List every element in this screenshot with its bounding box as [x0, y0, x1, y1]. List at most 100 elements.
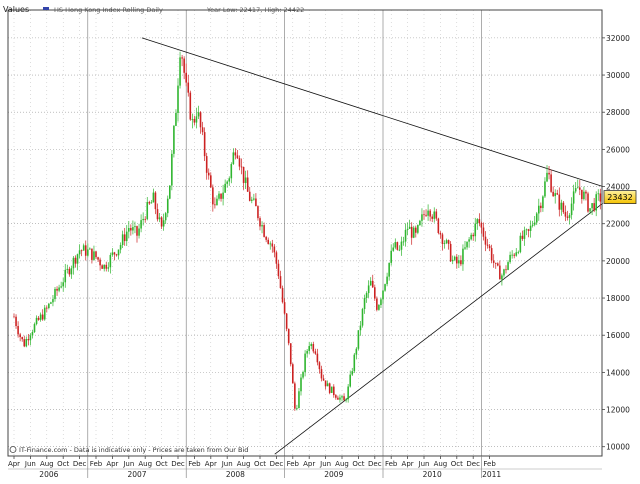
candle-body — [441, 234, 444, 244]
candle-body — [222, 192, 224, 199]
candle-body — [517, 251, 520, 253]
candle-body — [138, 228, 140, 236]
candle-body — [191, 119, 194, 120]
candle-body — [480, 223, 483, 228]
candle-body — [228, 178, 231, 182]
candle-body — [300, 377, 302, 392]
y-tick-label: 10000 — [606, 443, 630, 452]
candle-body — [103, 264, 105, 269]
candle-body — [39, 314, 42, 320]
candle-body — [203, 132, 206, 157]
candle-body — [210, 175, 212, 188]
candle-body — [316, 353, 319, 363]
x-month-label: Oct — [352, 460, 364, 468]
candle-body — [48, 303, 50, 309]
candle-body — [427, 210, 429, 216]
candle-body — [158, 217, 161, 220]
candle-body — [531, 224, 534, 226]
candle-body — [562, 202, 565, 213]
candle-body — [466, 241, 468, 248]
x-month-label: Aug — [237, 460, 251, 468]
candle-body — [95, 251, 97, 258]
candle-body — [472, 234, 474, 237]
candle-body — [269, 243, 272, 245]
x-year-label: 2008 — [226, 470, 245, 479]
candle-body — [142, 218, 144, 221]
candle-body — [369, 280, 372, 286]
y-tick-label: 26000 — [606, 145, 630, 154]
candle-body — [64, 269, 67, 283]
candle-body — [56, 288, 58, 291]
x-month-label: Apr — [8, 460, 20, 468]
candle-body — [468, 239, 470, 242]
candle-body — [533, 222, 536, 225]
candle-body — [15, 316, 17, 327]
candle-body — [488, 245, 491, 249]
candle-body — [87, 249, 89, 256]
candle-body — [314, 351, 317, 354]
candle-body — [171, 153, 173, 186]
candle-body — [390, 250, 392, 263]
candle-body — [333, 386, 335, 396]
candle-body — [535, 213, 538, 223]
candle-body — [199, 112, 202, 128]
y-tick-label: 20000 — [606, 257, 630, 266]
candle-body — [587, 193, 589, 212]
candle-body — [93, 251, 95, 260]
candle-body — [415, 227, 417, 233]
footer-note-group: IT-Finance.com - Data is indicative only… — [9, 446, 248, 454]
candle-body — [398, 249, 401, 251]
candle-body — [257, 206, 259, 219]
y-tick-label: 14000 — [606, 368, 630, 377]
candle-body — [187, 82, 190, 93]
candle-body — [82, 245, 85, 251]
candle-body — [484, 236, 487, 245]
candle-body — [66, 268, 69, 270]
candle-body — [376, 298, 378, 310]
candle-body — [201, 127, 204, 133]
candle-body — [169, 185, 171, 199]
candle-body — [152, 192, 155, 203]
candle-body — [134, 226, 136, 228]
x-year-label: 2010 — [423, 470, 442, 479]
candle-body — [60, 286, 62, 288]
candle-body — [406, 228, 409, 230]
candle-body — [37, 317, 40, 320]
candle-body — [91, 248, 93, 260]
candle-body — [474, 223, 477, 237]
candle-body — [189, 92, 192, 120]
candle-body — [515, 252, 518, 256]
x-year-label: 2006 — [39, 470, 58, 479]
candle-body — [156, 209, 159, 220]
candle-body — [140, 220, 142, 229]
candle-body — [271, 243, 274, 247]
candle-body — [482, 227, 485, 237]
candle-body — [298, 391, 300, 409]
candle-body — [322, 378, 325, 381]
candle-body — [349, 374, 351, 387]
candle-body — [89, 248, 91, 250]
x-month-label: Oct — [57, 460, 69, 468]
candle-body — [320, 369, 323, 379]
x-month-label: Feb — [483, 460, 496, 468]
x-month-label: Apr — [205, 460, 217, 468]
price-chart: 10000 12000 14000 16000 18000 20000 22000 24000… — [0, 0, 640, 480]
candle-body — [439, 233, 442, 235]
candle-body — [556, 193, 559, 195]
x-month-label: Aug — [138, 460, 152, 468]
candle-body — [261, 225, 263, 227]
candle-body — [287, 328, 290, 344]
candle-body — [419, 220, 421, 226]
candle-body — [435, 211, 438, 219]
candle-body — [212, 187, 214, 205]
series-legend-swatch — [43, 7, 49, 10]
candle-body — [234, 152, 237, 156]
y-tick-label: 30000 — [606, 71, 630, 80]
candle-body — [265, 236, 267, 240]
x-month-label: Dec — [466, 460, 480, 468]
candle-body — [185, 72, 187, 83]
candle-body — [337, 397, 339, 400]
candle-body — [552, 191, 554, 197]
candle-body — [107, 267, 110, 269]
candle-body — [341, 396, 343, 398]
